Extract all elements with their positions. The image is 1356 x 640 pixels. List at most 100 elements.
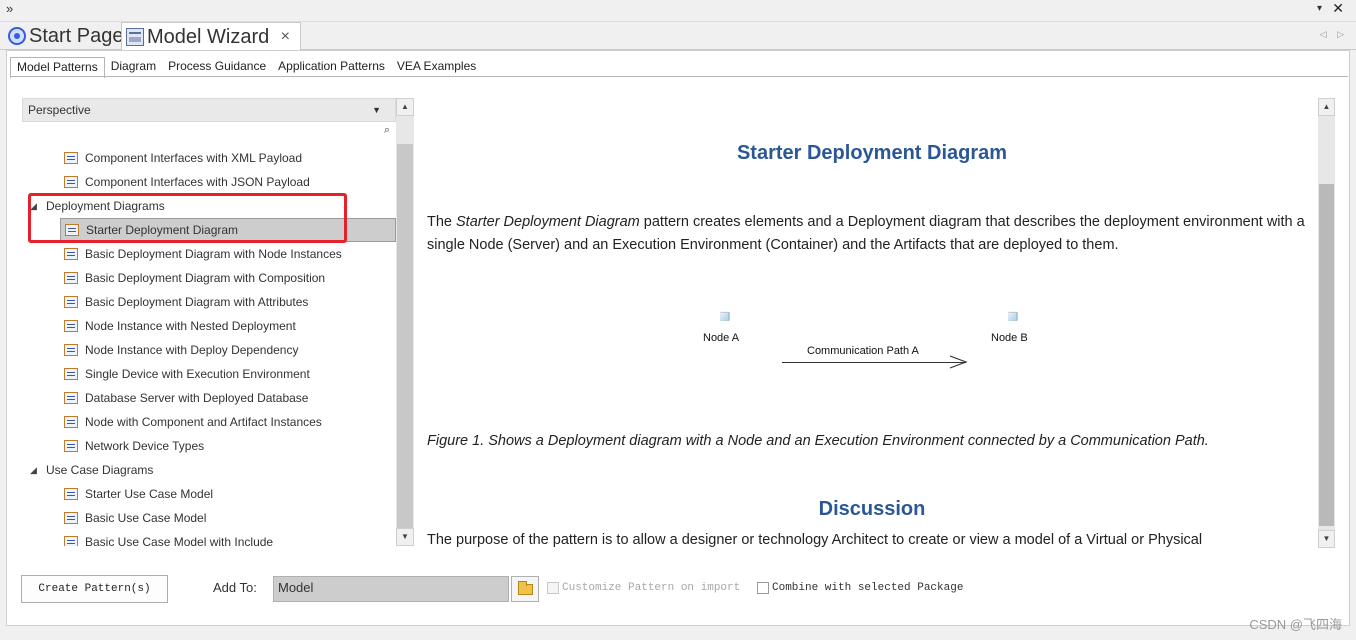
node-a-label: Node A (703, 332, 740, 344)
tab-model-patterns[interactable]: Model Patterns (10, 57, 105, 78)
tree-item-label: Node Instance with Deploy Dependency (85, 343, 299, 357)
tree-item[interactable]: Basic Deployment Diagram with Compositio… (22, 266, 396, 290)
diagram-node-b: Node B (965, 311, 1061, 408)
node-3d-frame-icon (1008, 311, 1018, 321)
tab-start-page[interactable]: Start Page (4, 22, 128, 50)
tree-group-label: Use Case Diagrams (46, 463, 154, 477)
pattern-icon (64, 152, 78, 164)
dropdown-arrow-icon: ▼ (372, 105, 381, 115)
add-to-label: Add To: (213, 580, 257, 595)
folder-icon (517, 580, 533, 595)
tree-item[interactable]: Database Server with Deployed Database (22, 386, 396, 410)
pattern-icon (64, 296, 78, 308)
tree-item[interactable]: Component Interfaces with XML Payload (22, 146, 396, 170)
scroll-up-icon[interactable]: ▲ (1318, 98, 1335, 116)
intro-prefix: The (427, 214, 457, 230)
pattern-icon (64, 536, 78, 546)
pattern-icon (64, 368, 78, 380)
tree-item[interactable]: Single Device with Execution Environment (22, 362, 396, 386)
tree-search-bar[interactable]: ⌕ (22, 122, 396, 142)
pattern-icon (64, 272, 78, 284)
tree-item-label: Node Instance with Nested Deployment (85, 319, 296, 333)
combine-package-label: Combine with selected Package (772, 582, 964, 594)
tree-item-label: Basic Deployment Diagram with Node Insta… (85, 247, 342, 261)
pattern-icon (64, 512, 78, 524)
figure-caption: Figure 1. Shows a Deployment diagram wit… (427, 433, 1209, 449)
collapse-triangle-icon[interactable]: ◢ (30, 465, 46, 476)
pattern-icon (64, 488, 78, 500)
tree-item-label: Database Server with Deployed Database (85, 391, 309, 405)
tree-item[interactable]: Node Instance with Deploy Dependency (22, 338, 396, 362)
tree-item[interactable]: Basic Use Case Model (22, 506, 396, 530)
tab-model-wizard[interactable]: Model Wizard × (121, 22, 301, 51)
tree-group-use-case-diagrams[interactable]: ◢ Use Case Diagrams (22, 458, 396, 482)
tree-item-label: Component Interfaces with JSON Payload (85, 175, 310, 189)
connector-label: Communication Path A (807, 345, 919, 357)
tree-scrollbar[interactable]: ▲ ▼ (396, 98, 414, 546)
tree-item[interactable]: Network Device Types (22, 434, 396, 458)
dropdown-icon[interactable]: ▾ (1317, 3, 1322, 14)
tree-item-label: Starter Deployment Diagram (86, 223, 239, 237)
discussion-heading: Discussion (818, 498, 926, 520)
sub-tab-bar: Model Patterns Diagram Process Guidance … (10, 57, 482, 78)
tab-diagram[interactable]: Diagram (105, 57, 162, 77)
document-tab-bar: Start Page Model Wizard × ◁ ▷ (0, 22, 1356, 51)
tab-model-wizard-label: Model Wizard (147, 25, 270, 48)
tree-item-label: Basic Deployment Diagram with Attributes (85, 295, 309, 309)
collapse-triangle-icon[interactable]: ◢ (30, 201, 46, 212)
expand-chevron-icon[interactable]: » (6, 1, 13, 16)
customize-pattern-label: Customize Pattern on import (562, 582, 741, 594)
search-icon[interactable]: ⌕ (384, 124, 390, 137)
tab-vea-examples[interactable]: VEA Examples (391, 57, 482, 77)
create-patterns-button[interactable]: Create Pattern(s) (21, 575, 168, 603)
pattern-icon (64, 344, 78, 356)
arrow-head-icon (949, 355, 968, 369)
scroll-thumb[interactable] (1319, 184, 1334, 526)
tree-group-deployment-diagrams[interactable]: ◢ Deployment Diagrams (22, 194, 396, 218)
tab-application-patterns[interactable]: Application Patterns (272, 57, 391, 77)
tree-item[interactable]: Basic Use Case Model with Include (22, 530, 396, 546)
checkbox-box[interactable] (547, 582, 559, 594)
combine-package-checkbox[interactable]: Combine with selected Package (757, 582, 963, 594)
add-to-field[interactable]: Model (273, 576, 509, 602)
close-tab-icon[interactable]: × (281, 28, 290, 46)
tree-item-label: Network Device Types (85, 439, 205, 453)
checkbox-box[interactable] (757, 582, 769, 594)
tree-item[interactable]: Node Instance with Nested Deployment (22, 314, 396, 338)
tree-item[interactable]: Basic Deployment Diagram with Node Insta… (22, 242, 396, 266)
pattern-icon (64, 176, 78, 188)
scroll-up-icon[interactable]: ▲ (396, 98, 414, 116)
sub-tab-divider (10, 76, 1348, 77)
perspective-dropdown[interactable]: Perspective ▼ (22, 98, 396, 122)
browse-package-button[interactable] (511, 576, 539, 602)
scroll-thumb[interactable] (397, 144, 413, 528)
customize-pattern-checkbox[interactable]: Customize Pattern on import (547, 582, 740, 594)
tree-item-label: Node with Component and Artifact Instanc… (85, 415, 322, 429)
pattern-description-pane: Starter Deployment Diagram The Starter D… (418, 98, 1318, 548)
model-wizard-icon (126, 28, 144, 46)
tree-item-selected[interactable]: Starter Deployment Diagram (60, 218, 396, 242)
tab-process-guidance[interactable]: Process Guidance (162, 57, 272, 77)
tree-item[interactable]: Component Interfaces with JSON Payload (22, 170, 396, 194)
perspective-label: Perspective (28, 103, 91, 117)
pattern-icon (64, 248, 78, 260)
tab-start-page-label: Start Page (29, 24, 124, 47)
pattern-icon (64, 440, 78, 452)
close-window-icon[interactable]: ✕ (1332, 0, 1344, 17)
node-b-label: Node B (991, 332, 1028, 344)
discussion-paragraph: The purpose of the pattern is to allow a… (427, 532, 1203, 548)
tab-scroll-arrows-icon[interactable]: ◁ ▷ (1320, 29, 1348, 40)
tree-item[interactable]: Basic Deployment Diagram with Attributes (22, 290, 396, 314)
scroll-down-icon[interactable]: ▼ (1318, 530, 1335, 548)
tree-item-label: Component Interfaces with XML Payload (85, 151, 303, 165)
tree-item-label: Basic Deployment Diagram with Compositio… (85, 271, 326, 285)
content-scrollbar[interactable]: ▲ ▼ (1318, 98, 1335, 548)
tree-item-label: Basic Use Case Model with Include (85, 535, 274, 546)
pattern-intro-paragraph: The Starter Deployment Diagram pattern c… (427, 211, 1317, 257)
intro-emphasis: Starter Deployment Diagram (456, 214, 640, 230)
tree-item[interactable]: Starter Use Case Model (22, 482, 396, 506)
tree-item-label: Single Device with Execution Environment (85, 367, 310, 381)
pattern-icon (64, 392, 78, 404)
tree-item[interactable]: Node with Component and Artifact Instanc… (22, 410, 396, 434)
scroll-down-icon[interactable]: ▼ (396, 528, 414, 546)
